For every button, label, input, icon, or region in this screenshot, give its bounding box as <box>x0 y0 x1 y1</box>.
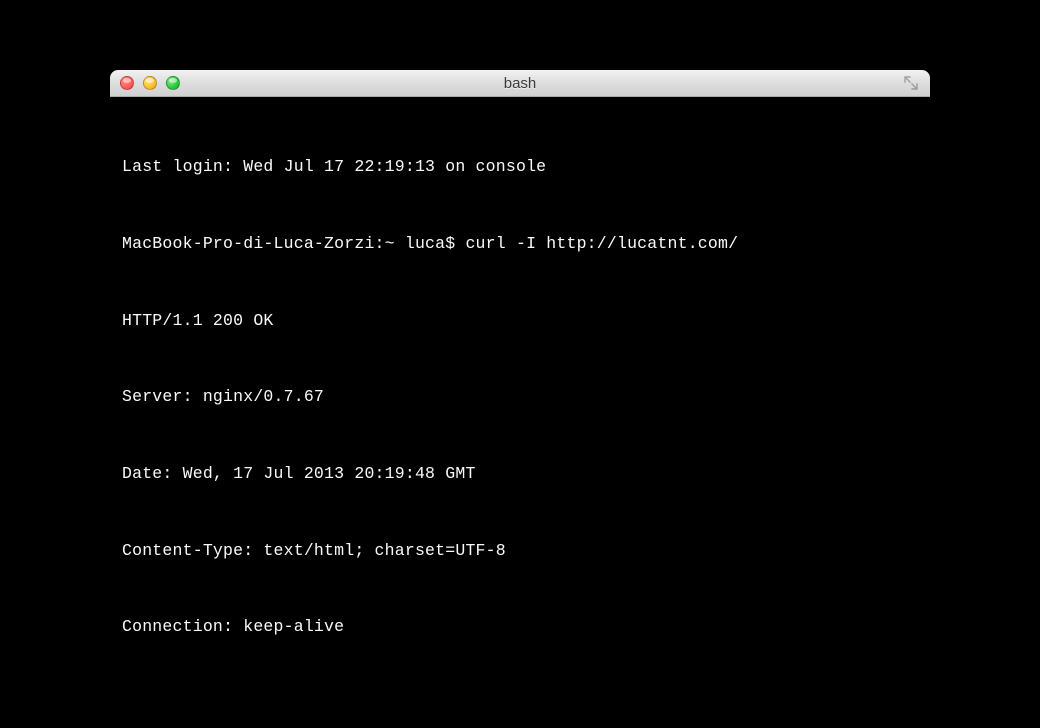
terminal-line: Date: Wed, 17 Jul 2013 20:19:48 GMT <box>122 461 918 487</box>
terminal-line: HTTP/1.1 200 OK <box>122 308 918 334</box>
terminal-output[interactable]: Last login: Wed Jul 17 22:19:13 on conso… <box>110 97 930 640</box>
fullscreen-button[interactable] <box>902 76 920 90</box>
terminal-line: Last login: Wed Jul 17 22:19:13 on conso… <box>122 154 918 180</box>
titlebar[interactable]: bash <box>110 70 930 97</box>
terminal-line: Content-Type: text/html; charset=UTF-8 <box>122 538 918 564</box>
minimize-button[interactable] <box>143 76 157 90</box>
window-title: bash <box>504 75 537 92</box>
close-button[interactable] <box>120 76 134 90</box>
terminal-line: Server: nginx/0.7.67 <box>122 384 918 410</box>
fullscreen-icon <box>904 76 918 90</box>
terminal-line: MacBook-Pro-di-Luca-Zorzi:~ luca$ curl -… <box>122 231 918 257</box>
terminal-window: bash Last login: Wed Jul 17 22:19:13 on … <box>110 70 930 640</box>
zoom-button[interactable] <box>166 76 180 90</box>
traffic-lights <box>120 76 180 90</box>
terminal-line: Connection: keep-alive <box>122 614 918 640</box>
